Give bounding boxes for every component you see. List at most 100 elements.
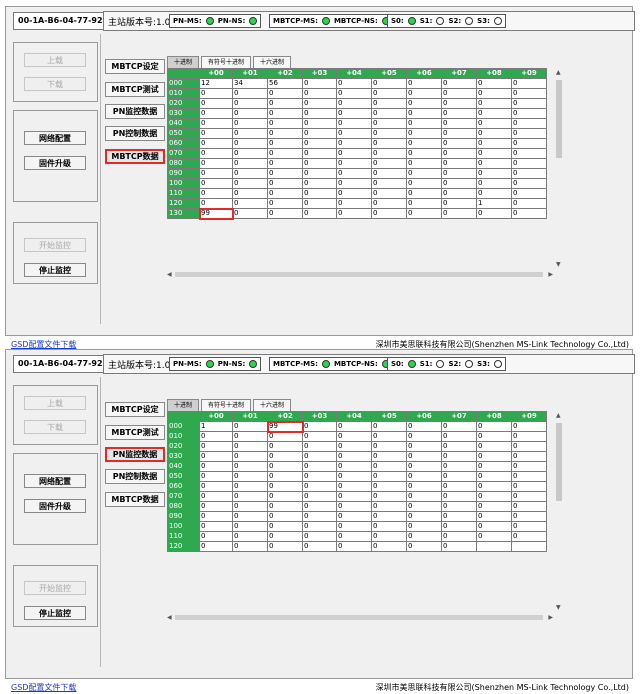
data-cell[interactable]: 0	[406, 421, 442, 432]
data-cell[interactable]: 0	[371, 208, 407, 219]
data-cell[interactable]: 0	[302, 471, 337, 482]
nav-button-2[interactable]: PN监控数据	[105, 447, 165, 462]
data-cell[interactable]: 0	[302, 78, 337, 89]
data-cell[interactable]: 0	[511, 441, 547, 452]
data-cell[interactable]: 0	[302, 491, 337, 502]
data-cell[interactable]: 0	[232, 421, 268, 432]
data-cell[interactable]: 0	[476, 501, 512, 512]
data-cell[interactable]: 0	[232, 461, 268, 472]
data-cell[interactable]: 0	[441, 198, 477, 209]
data-cell[interactable]: 0	[406, 501, 442, 512]
data-cell[interactable]: 0	[406, 441, 442, 452]
data-cell[interactable]: 0	[267, 461, 303, 472]
data-cell[interactable]: 0	[199, 148, 233, 159]
data-cell[interactable]: 0	[267, 451, 303, 462]
data-cell[interactable]: 0	[302, 461, 337, 472]
data-cell[interactable]: 0	[267, 188, 303, 199]
data-cell[interactable]: 0	[302, 158, 337, 169]
data-cell[interactable]: 0	[511, 208, 547, 219]
data-cell[interactable]: 0	[232, 118, 268, 129]
data-cell[interactable]: 0	[302, 451, 337, 462]
data-cell[interactable]: 0	[406, 521, 442, 532]
data-cell[interactable]: 0	[336, 541, 372, 552]
data-cell[interactable]: 0	[232, 208, 268, 219]
data-cell[interactable]: 0	[511, 431, 547, 442]
data-cell[interactable]: 0	[476, 521, 512, 532]
data-cell[interactable]: 0	[199, 511, 233, 522]
data-cell[interactable]: 0	[232, 88, 268, 99]
data-cell[interactable]: 0	[441, 441, 477, 452]
data-cell[interactable]: 0	[476, 481, 512, 492]
data-cell[interactable]: 0	[371, 198, 407, 209]
data-cell[interactable]: 0	[441, 108, 477, 119]
data-cell[interactable]: 0	[406, 138, 442, 149]
data-cell[interactable]: 0	[441, 158, 477, 169]
data-cell[interactable]: 0	[336, 138, 372, 149]
data-cell[interactable]: 0	[371, 168, 407, 179]
data-cell[interactable]: 0	[232, 431, 268, 442]
data-cell[interactable]: 0	[199, 431, 233, 442]
data-cell[interactable]: 0	[511, 108, 547, 119]
data-cell[interactable]: 0	[232, 128, 268, 139]
data-cell[interactable]: 0	[511, 481, 547, 492]
data-cell[interactable]: 0	[406, 78, 442, 89]
data-cell[interactable]: 0	[476, 98, 512, 109]
data-cell[interactable]: 0	[511, 138, 547, 149]
scroll-left-icon[interactable]: ◀	[167, 271, 172, 278]
data-cell[interactable]: 0	[302, 178, 337, 189]
data-cell[interactable]: 0	[336, 491, 372, 502]
vertical-scrollbar[interactable]: ▲ ▼	[555, 68, 563, 269]
data-cell[interactable]: 0	[441, 88, 477, 99]
data-cell[interactable]: 0	[406, 531, 442, 542]
data-cell[interactable]: 0	[406, 451, 442, 462]
data-cell[interactable]: 0	[302, 511, 337, 522]
data-cell[interactable]: 0	[406, 471, 442, 482]
data-cell[interactable]	[511, 541, 547, 552]
data-cell[interactable]: 0	[371, 521, 407, 532]
start-monitor-button[interactable]: 开始监控	[24, 238, 86, 252]
data-cell[interactable]: 0	[511, 88, 547, 99]
gsd-download-link[interactable]: GSD配置文件下载	[11, 682, 76, 693]
data-cell[interactable]: 0	[406, 118, 442, 129]
data-cell[interactable]: 0	[267, 541, 303, 552]
data-cell[interactable]: 0	[199, 501, 233, 512]
data-cell[interactable]: 0	[441, 461, 477, 472]
data-cell[interactable]: 0	[511, 471, 547, 482]
vertical-scroll-thumb[interactable]	[556, 423, 562, 501]
data-cell[interactable]: 0	[511, 511, 547, 522]
data-cell[interactable]: 0	[336, 188, 372, 199]
data-cell[interactable]: 0	[267, 108, 303, 119]
data-cell[interactable]: 0	[302, 198, 337, 209]
data-cell[interactable]: 0	[511, 78, 547, 89]
tab-format-2[interactable]: 十六进制	[253, 399, 292, 411]
stop-monitor-button[interactable]: 停止监控	[24, 263, 86, 277]
scroll-up-icon[interactable]: ▲	[556, 69, 561, 76]
data-cell[interactable]: 0	[406, 188, 442, 199]
data-cell[interactable]: 12	[199, 78, 233, 89]
data-cell[interactable]: 0	[441, 431, 477, 442]
data-cell[interactable]: 0	[511, 521, 547, 532]
stop-monitor-button[interactable]: 停止监控	[24, 606, 86, 620]
data-cell[interactable]: 0	[302, 148, 337, 159]
data-cell[interactable]: 0	[476, 531, 512, 542]
data-cell[interactable]: 0	[267, 138, 303, 149]
data-cell[interactable]: 0	[232, 108, 268, 119]
scroll-right-icon[interactable]: ▶	[548, 614, 553, 621]
data-cell[interactable]: 0	[199, 471, 233, 482]
data-cell[interactable]: 0	[406, 148, 442, 159]
data-cell[interactable]: 0	[302, 481, 337, 492]
data-cell[interactable]: 0	[511, 148, 547, 159]
data-cell[interactable]: 0	[406, 198, 442, 209]
data-cell[interactable]: 0	[336, 501, 372, 512]
data-cell[interactable]: 0	[476, 148, 512, 159]
data-cell[interactable]: 0	[371, 78, 407, 89]
data-cell[interactable]: 0	[406, 491, 442, 502]
tab-format-0[interactable]: 十进制	[167, 399, 200, 411]
data-cell[interactable]: 0	[476, 178, 512, 189]
data-cell[interactable]: 0	[441, 481, 477, 492]
data-cell[interactable]: 0	[199, 138, 233, 149]
data-cell[interactable]: 0	[511, 178, 547, 189]
data-cell[interactable]: 0	[232, 188, 268, 199]
data-cell[interactable]	[476, 541, 512, 552]
data-cell[interactable]: 0	[371, 501, 407, 512]
